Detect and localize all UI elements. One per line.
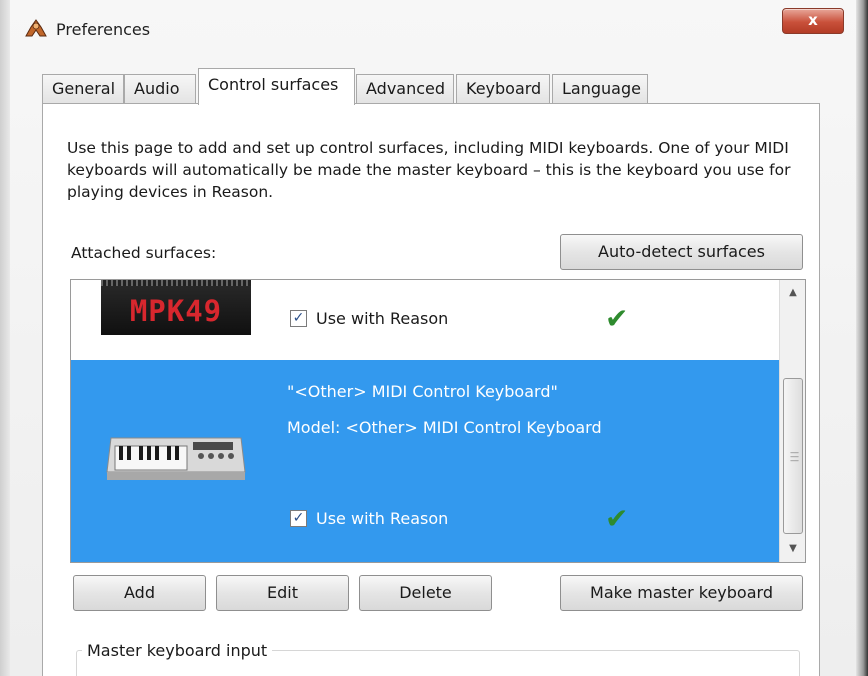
list-scrollbar[interactable]: ▲ — — — ▼ bbox=[779, 280, 805, 562]
tab-label: General bbox=[52, 79, 116, 98]
surface-row-mpk49[interactable]: MPK49 ✓ Use with Reason ✔ bbox=[71, 280, 779, 360]
tab-label: Advanced bbox=[366, 79, 446, 98]
title-bar[interactable]: Preferences x bbox=[10, 0, 856, 58]
mpk49-logo-text: MPK49 bbox=[129, 294, 223, 328]
close-icon: x bbox=[808, 11, 818, 29]
use-with-reason-label: Use with Reason bbox=[316, 509, 449, 528]
mpk49-logo: MPK49 bbox=[101, 280, 251, 335]
edit-button[interactable]: Edit bbox=[216, 575, 349, 611]
grip-icon: — — — bbox=[790, 448, 799, 466]
tab-label: Control surfaces bbox=[208, 75, 339, 94]
attached-surfaces-label: Attached surfaces: bbox=[71, 244, 217, 262]
status-check-icon: ✔ bbox=[605, 502, 629, 535]
preferences-window: Preferences x General Audio Control surf… bbox=[0, 0, 868, 676]
delete-button[interactable]: Delete bbox=[359, 575, 492, 611]
auto-detect-button[interactable]: Auto-detect surfaces bbox=[560, 234, 803, 270]
close-button[interactable]: x bbox=[782, 8, 844, 34]
use-with-reason-checkbox[interactable]: ✓ bbox=[290, 510, 307, 527]
checkmark-icon: ✓ bbox=[292, 510, 305, 526]
use-with-reason-checkbox[interactable]: ✓ bbox=[290, 310, 307, 327]
tab-general[interactable]: General bbox=[42, 74, 124, 104]
use-with-reason-label: Use with Reason bbox=[316, 309, 449, 328]
window-border-left bbox=[0, 0, 10, 676]
tab-audio[interactable]: Audio bbox=[124, 74, 196, 104]
surface-model: Model: <Other> MIDI Control Keyboard bbox=[287, 418, 602, 437]
scroll-thumb[interactable]: — — — bbox=[783, 378, 803, 534]
tab-label: Keyboard bbox=[466, 79, 542, 98]
checkmark-icon: ✓ bbox=[292, 310, 305, 326]
tab-label: Language bbox=[562, 79, 641, 98]
scroll-up-arrow-icon[interactable]: ▲ bbox=[780, 280, 805, 306]
intro-text: Use this page to add and set up control … bbox=[67, 139, 791, 201]
status-check-icon: ✔ bbox=[605, 302, 629, 335]
make-master-keyboard-button[interactable]: Make master keyboard bbox=[560, 575, 803, 611]
window-title: Preferences bbox=[56, 20, 151, 39]
add-button[interactable]: Add bbox=[73, 575, 206, 611]
surface-row-midi-control-keyboard[interactable]: "<Other> MIDI Control Keyboard" Model: <… bbox=[71, 360, 779, 562]
tab-keyboard[interactable]: Keyboard bbox=[456, 74, 550, 104]
tab-control-surfaces[interactable]: Control surfaces bbox=[198, 68, 355, 105]
master-keyboard-input-label: Master keyboard input bbox=[82, 641, 273, 660]
reason-app-icon bbox=[25, 19, 47, 37]
window-border-right bbox=[856, 0, 868, 676]
surface-name: "<Other> MIDI Control Keyboard" bbox=[287, 382, 558, 401]
surfaces-list[interactable]: MPK49 ✓ Use with Reason ✔ "<Other> MIDI … bbox=[70, 279, 806, 563]
midi-keyboard-image bbox=[106, 437, 246, 480]
scroll-down-arrow-icon[interactable]: ▼ bbox=[780, 536, 805, 562]
tab-label: Audio bbox=[134, 79, 180, 98]
tab-advanced[interactable]: Advanced bbox=[356, 74, 454, 104]
tab-language[interactable]: Language bbox=[552, 74, 648, 104]
